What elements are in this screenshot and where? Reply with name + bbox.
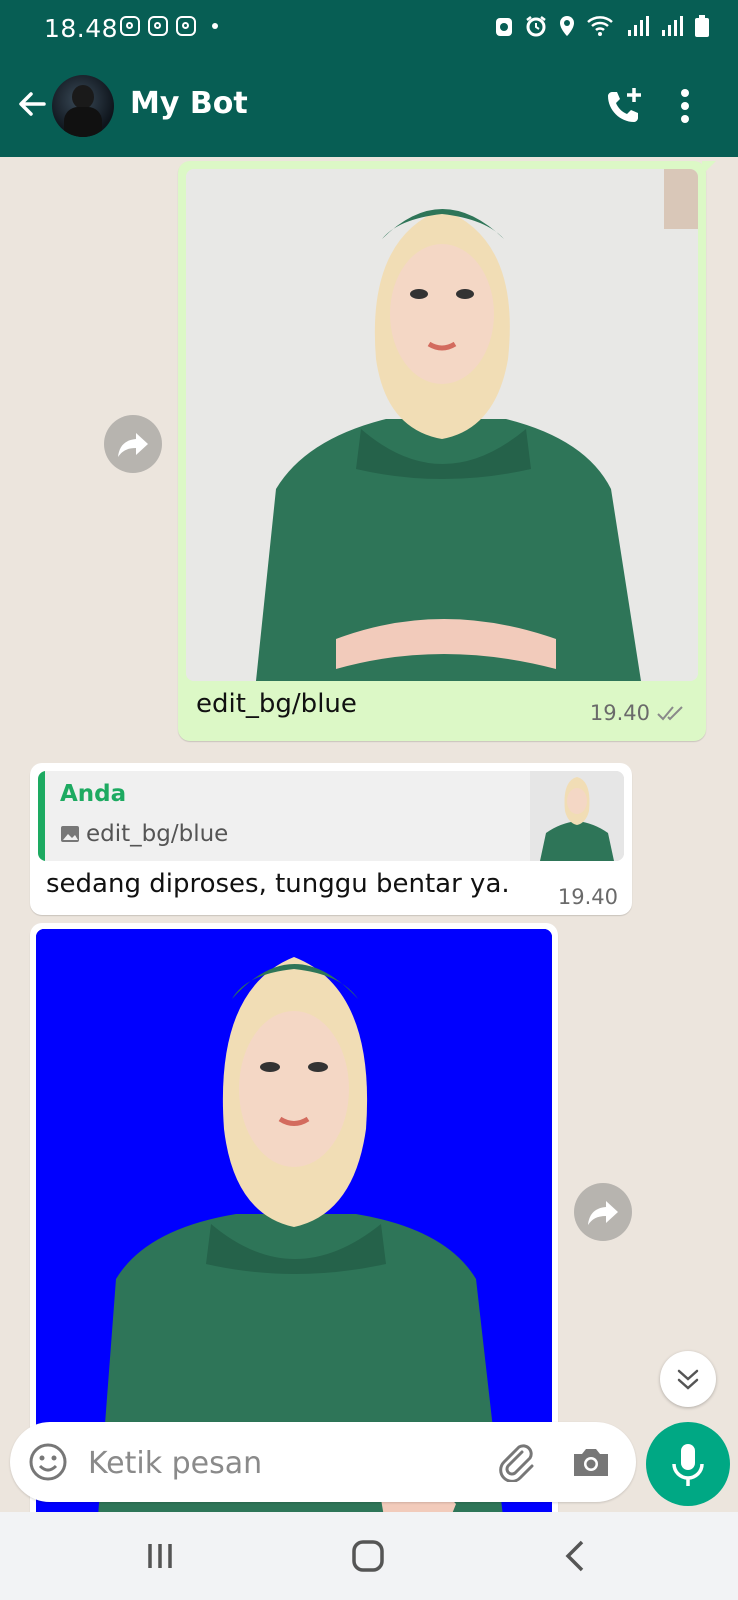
- quote-accent-bar: [38, 771, 45, 861]
- notification-icons: [120, 16, 218, 36]
- message-time: 19.40: [589, 701, 650, 725]
- message-caption: edit_bg/blue: [196, 689, 357, 719]
- emoji-icon[interactable]: [28, 1442, 68, 1482]
- instagram-icon: [120, 16, 140, 36]
- instagram-icon: [176, 16, 196, 36]
- location-icon: [560, 16, 574, 36]
- back-arrow-icon[interactable]: [14, 86, 50, 122]
- quote-text: edit_bg/blue: [86, 821, 229, 847]
- chat-title[interactable]: My Bot: [130, 86, 248, 121]
- quote-sender: Anda: [60, 781, 127, 807]
- signal-icon: [628, 16, 649, 36]
- incoming-reply-message[interactable]: Anda edit_bg/blue sedang diproses, tungg…: [30, 763, 632, 915]
- message-input-bar: [10, 1422, 636, 1502]
- more-notifications-dot-icon: [212, 23, 218, 29]
- mic-icon: [672, 1444, 704, 1486]
- home-icon[interactable]: [344, 1532, 392, 1580]
- instagram-icon: [148, 16, 168, 36]
- more-vert-icon[interactable]: [680, 88, 690, 124]
- chevron-double-down-icon: [677, 1369, 699, 1390]
- chat-titlebar: My Bot: [0, 66, 738, 146]
- app-header: 18.48 My Bot: [0, 0, 738, 157]
- status-bar: 18.48: [0, 0, 738, 56]
- back-nav-icon[interactable]: [552, 1532, 600, 1580]
- recent-apps-icon[interactable]: [136, 1532, 184, 1580]
- quoted-message[interactable]: Anda edit_bg/blue: [38, 771, 624, 861]
- outgoing-image-message[interactable]: edit_bg/blue 19.40: [178, 161, 716, 741]
- scroll-to-bottom-button[interactable]: [660, 1351, 716, 1407]
- message-text: sedang diproses, tunggu bentar ya.: [46, 869, 510, 899]
- call-add-icon[interactable]: [604, 86, 644, 126]
- status-time: 18.48: [44, 14, 119, 43]
- wifi-icon: [587, 16, 613, 36]
- data-saver-icon: [496, 18, 512, 36]
- forward-icon: [588, 1201, 618, 1225]
- system-icons: [494, 14, 710, 38]
- message-meta: 19.40: [590, 701, 686, 725]
- image-icon: [61, 826, 79, 842]
- camera-icon[interactable]: [570, 1442, 612, 1482]
- battery-icon: [695, 15, 709, 37]
- chat-area[interactable]: edit_bg/blue 19.40 Anda edit_bg/blue sed…: [0, 157, 738, 1512]
- paperclip-icon[interactable]: [494, 1440, 536, 1482]
- voice-message-button[interactable]: [646, 1422, 730, 1506]
- message-photo[interactable]: [186, 169, 698, 681]
- forward-button[interactable]: [104, 415, 162, 473]
- forward-icon: [118, 433, 148, 457]
- alarm-icon: [526, 16, 546, 37]
- message-input[interactable]: [86, 1438, 470, 1488]
- quote-content: edit_bg/blue: [60, 821, 228, 847]
- system-nav-bar: [0, 1512, 738, 1600]
- message-time: 19.40: [557, 885, 618, 909]
- avatar[interactable]: [52, 75, 114, 137]
- double-check-icon: [657, 706, 683, 721]
- forward-button[interactable]: [574, 1183, 632, 1241]
- quote-thumbnail: [530, 771, 624, 861]
- signal-icon: [662, 16, 683, 36]
